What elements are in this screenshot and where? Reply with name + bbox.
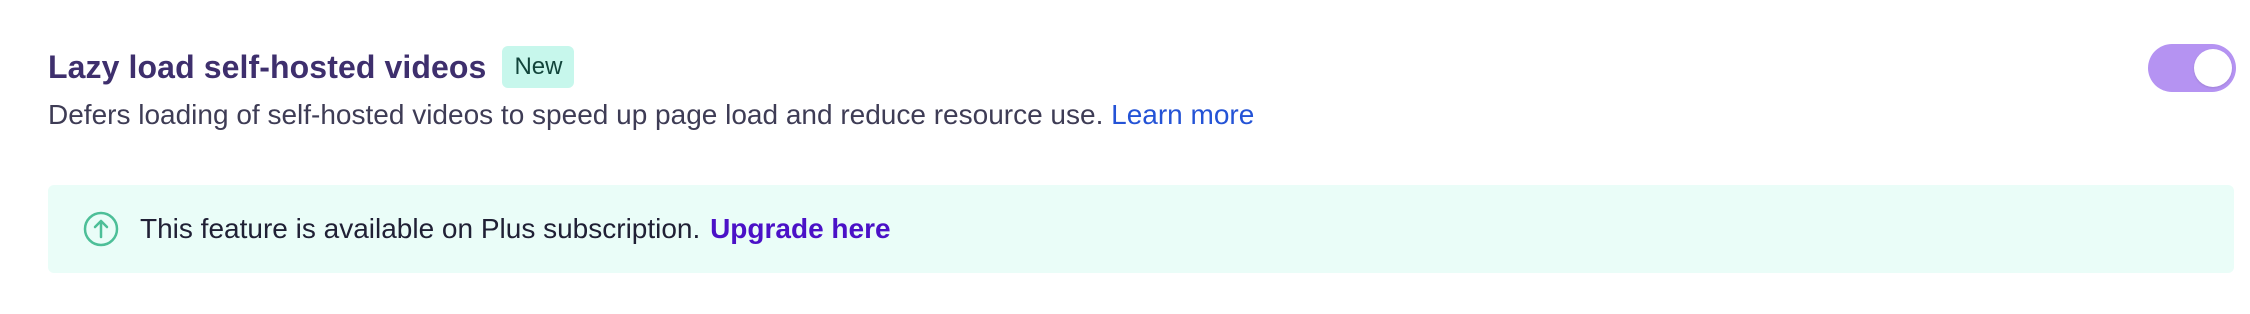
notice-text-wrap: This feature is available on Plus subscr… [140,213,891,245]
setting-title-row: Lazy load self-hosted videos New [48,46,575,88]
notice-text: This feature is available on Plus subscr… [140,213,701,244]
learn-more-link[interactable]: Learn more [1111,99,1254,130]
toggle-knob [2194,49,2232,87]
setting-description-text: Defers loading of self-hosted videos to … [48,99,1104,130]
lazy-load-toggle[interactable] [2148,44,2236,92]
lazy-load-videos-setting: Lazy load self-hosted videos New Defers … [0,0,2250,314]
new-badge: New [502,46,575,88]
upgrade-here-link[interactable]: Upgrade here [710,213,891,244]
upgrade-notice: This feature is available on Plus subscr… [48,185,2234,273]
arrow-up-circle-icon [83,211,119,247]
setting-description: Defers loading of self-hosted videos to … [48,98,1254,132]
setting-title: Lazy load self-hosted videos [48,48,487,85]
